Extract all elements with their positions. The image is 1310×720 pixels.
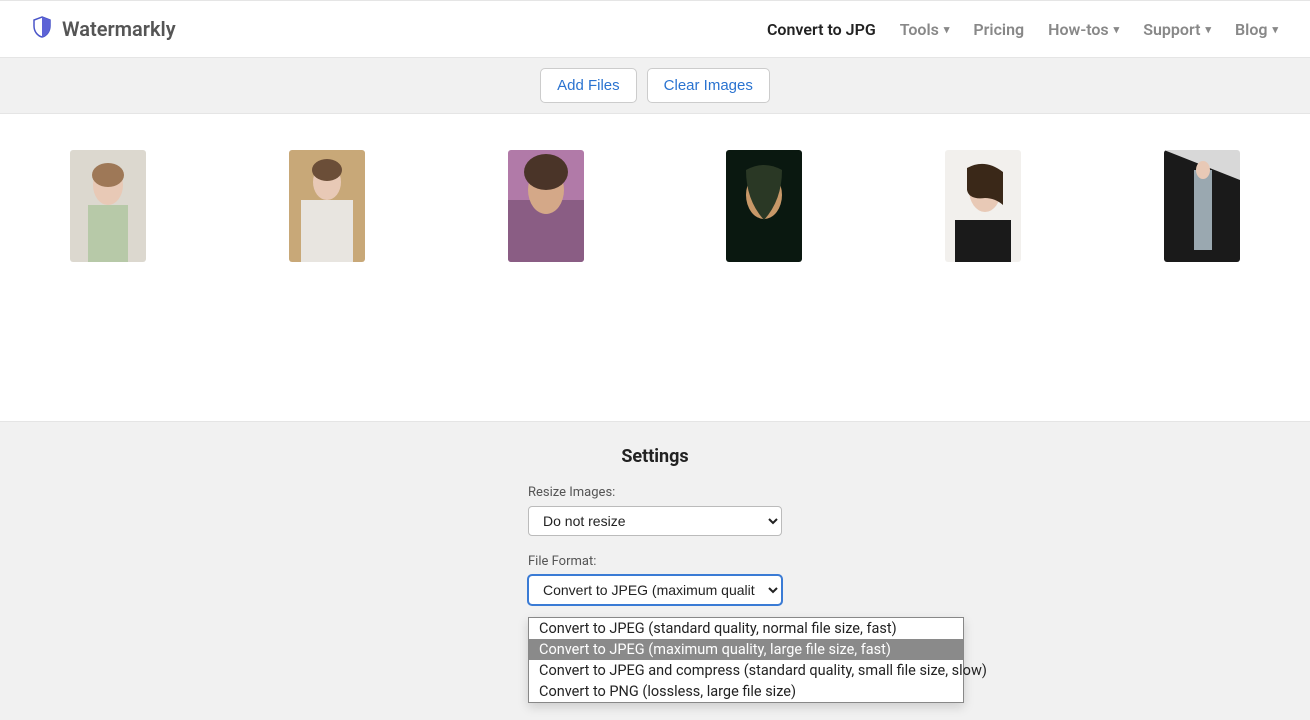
format-label: File Format:	[528, 554, 782, 569]
nav-tools[interactable]: Tools▾	[900, 20, 950, 39]
toolbar: Add Files Clear Images	[0, 58, 1310, 114]
settings-title: Settings	[621, 446, 688, 467]
settings-form: Resize Images: Do not resize File Format…	[528, 485, 782, 623]
image-thumbnail[interactable]	[945, 150, 1021, 262]
brand-name: Watermarkly	[62, 17, 176, 41]
header: Watermarkly Convert to JPG Tools▾ Pricin…	[0, 0, 1310, 58]
image-thumbnail[interactable]	[289, 150, 365, 262]
brand[interactable]: Watermarkly	[32, 16, 176, 42]
thumbnails-area	[0, 114, 1310, 422]
resize-label: Resize Images:	[528, 485, 782, 500]
nav-support[interactable]: Support▾	[1143, 20, 1211, 39]
image-thumbnail[interactable]	[726, 150, 802, 262]
image-thumbnail[interactable]	[508, 150, 584, 262]
format-select[interactable]: Convert to JPEG (maximum quality,	[528, 575, 782, 605]
shield-icon	[32, 16, 52, 42]
format-option[interactable]: Convert to JPEG (maximum quality, large …	[529, 639, 963, 660]
nav-blog[interactable]: Blog▾	[1235, 20, 1278, 39]
nav-howtos[interactable]: How-tos▾	[1048, 20, 1119, 39]
chevron-down-icon: ▾	[1205, 23, 1211, 36]
image-thumbnail[interactable]	[70, 150, 146, 262]
format-option[interactable]: Convert to JPEG (standard quality, norma…	[529, 618, 963, 639]
chevron-down-icon: ▾	[1272, 23, 1278, 36]
nav-pricing[interactable]: Pricing	[973, 20, 1024, 39]
chevron-down-icon: ▾	[944, 23, 950, 36]
resize-select[interactable]: Do not resize	[528, 506, 782, 536]
format-option[interactable]: Convert to PNG (lossless, large file siz…	[529, 681, 963, 702]
settings-panel: Settings Resize Images: Do not resize Fi…	[0, 422, 1310, 623]
add-files-button[interactable]: Add Files	[540, 68, 637, 103]
format-option[interactable]: Convert to JPEG and compress (standard q…	[529, 660, 963, 681]
format-dropdown: Convert to JPEG (standard quality, norma…	[528, 617, 964, 703]
image-thumbnail[interactable]	[1164, 150, 1240, 262]
chevron-down-icon: ▾	[1114, 23, 1120, 36]
nav-convert-to-jpg[interactable]: Convert to JPG	[767, 20, 876, 39]
nav: Convert to JPG Tools▾ Pricing How-tos▾ S…	[767, 20, 1278, 39]
clear-images-button[interactable]: Clear Images	[647, 68, 770, 103]
